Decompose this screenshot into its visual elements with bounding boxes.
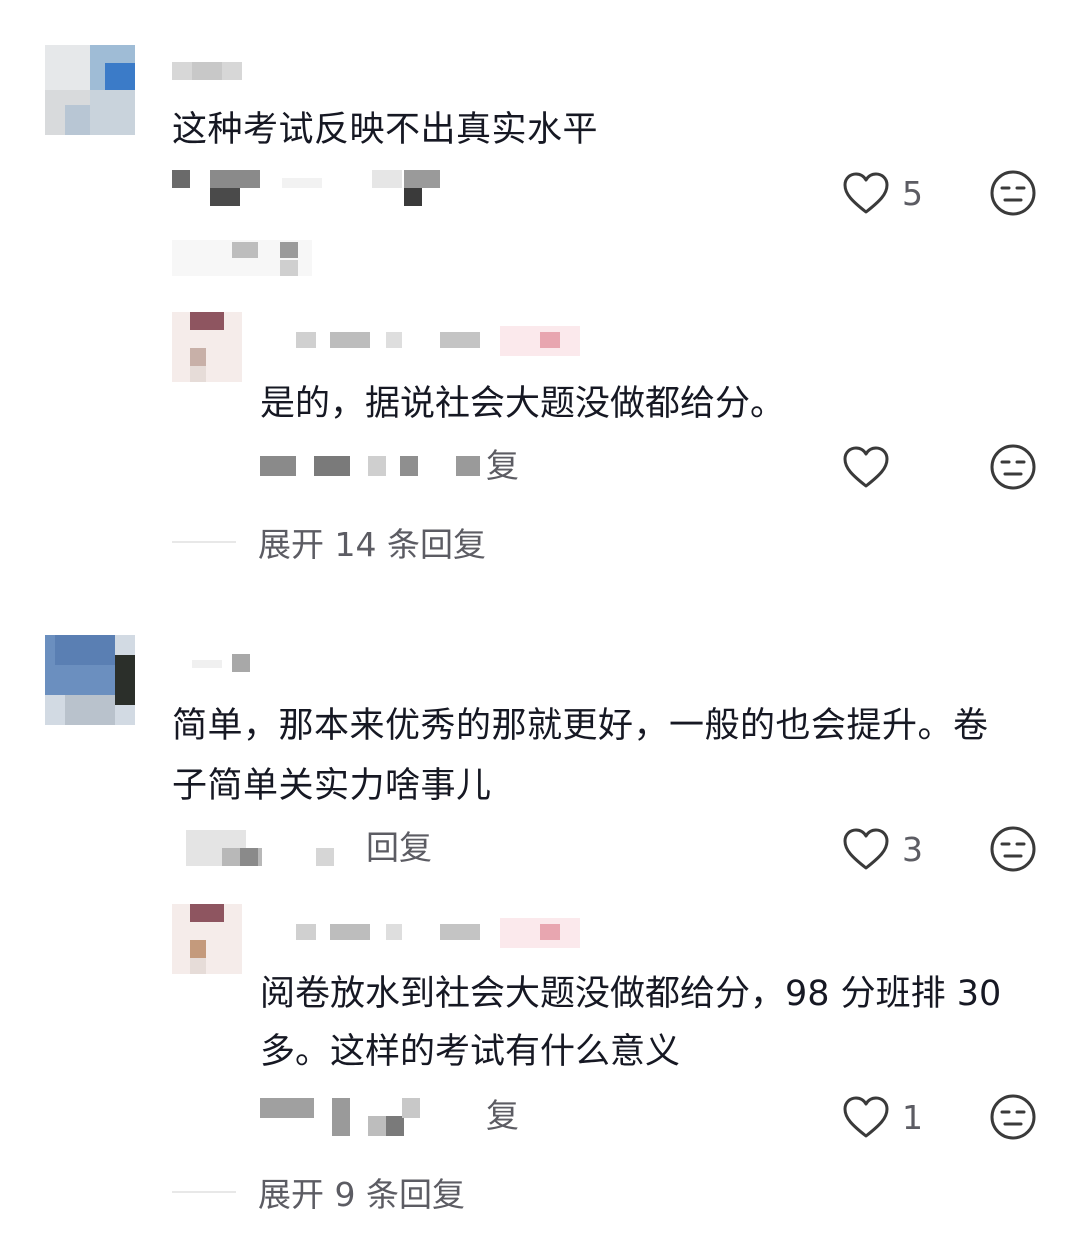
like-count: 1	[902, 1097, 923, 1137]
neutral-face-icon[interactable]	[988, 1092, 1038, 1142]
comment-text: 子简单关实力啥事儿	[172, 766, 492, 806]
like-button[interactable]: 5	[842, 168, 923, 218]
heart-outline-icon	[843, 446, 889, 488]
avatar[interactable]	[45, 45, 135, 135]
reply-button[interactable]: 复	[486, 1096, 519, 1136]
expand-replies-label: 展开 14 条回复	[258, 525, 486, 564]
reply-text: 多。这样的考试有什么意义	[260, 1032, 681, 1072]
reply-avatar[interactable]	[172, 904, 242, 974]
expand-replies-button[interactable]: 展开 14 条回复	[172, 518, 486, 566]
divider	[172, 1191, 236, 1193]
heart-outline-icon	[843, 1096, 889, 1138]
avatar[interactable]	[45, 635, 135, 725]
like-button[interactable]	[842, 442, 902, 492]
divider	[172, 541, 236, 543]
like-button[interactable]: 3	[842, 824, 923, 874]
reply-button[interactable]: 复	[486, 446, 519, 486]
neutral-face-icon[interactable]	[988, 168, 1038, 218]
reply-username[interactable]	[260, 908, 580, 948]
reply-text: 阅卷放水到社会大题没做都给分，98 分班排 30	[260, 974, 1002, 1014]
reply-avatar[interactable]	[172, 312, 242, 382]
like-count: 5	[902, 173, 923, 213]
reply-button[interactable]: 回复	[366, 828, 432, 868]
expand-replies-button[interactable]: 展开 9 条回复	[172, 1168, 465, 1216]
reply-text: 是的，据说社会大题没做都给分。	[260, 384, 786, 424]
like-count: 3	[902, 829, 923, 869]
neutral-face-icon[interactable]	[988, 824, 1038, 874]
heart-outline-icon	[843, 172, 889, 214]
neutral-face-icon[interactable]	[988, 442, 1038, 492]
comment-meta	[172, 170, 442, 206]
expand-replies-label: 展开 9 条回复	[258, 1175, 465, 1214]
reply-username[interactable]	[260, 316, 580, 356]
comment-text: 这种考试反映不出真实水平	[172, 110, 599, 150]
reply-meta	[260, 456, 480, 476]
reply-meta	[260, 1098, 460, 1136]
comment-meta	[186, 830, 336, 866]
heart-outline-icon	[843, 828, 889, 870]
like-button[interactable]: 1	[842, 1092, 923, 1142]
comment-text: 简单，那本来优秀的那就更好，一般的也会提升。卷	[172, 706, 989, 746]
username[interactable]	[172, 654, 262, 672]
username[interactable]	[172, 62, 242, 80]
comment-meta-2	[172, 240, 312, 276]
